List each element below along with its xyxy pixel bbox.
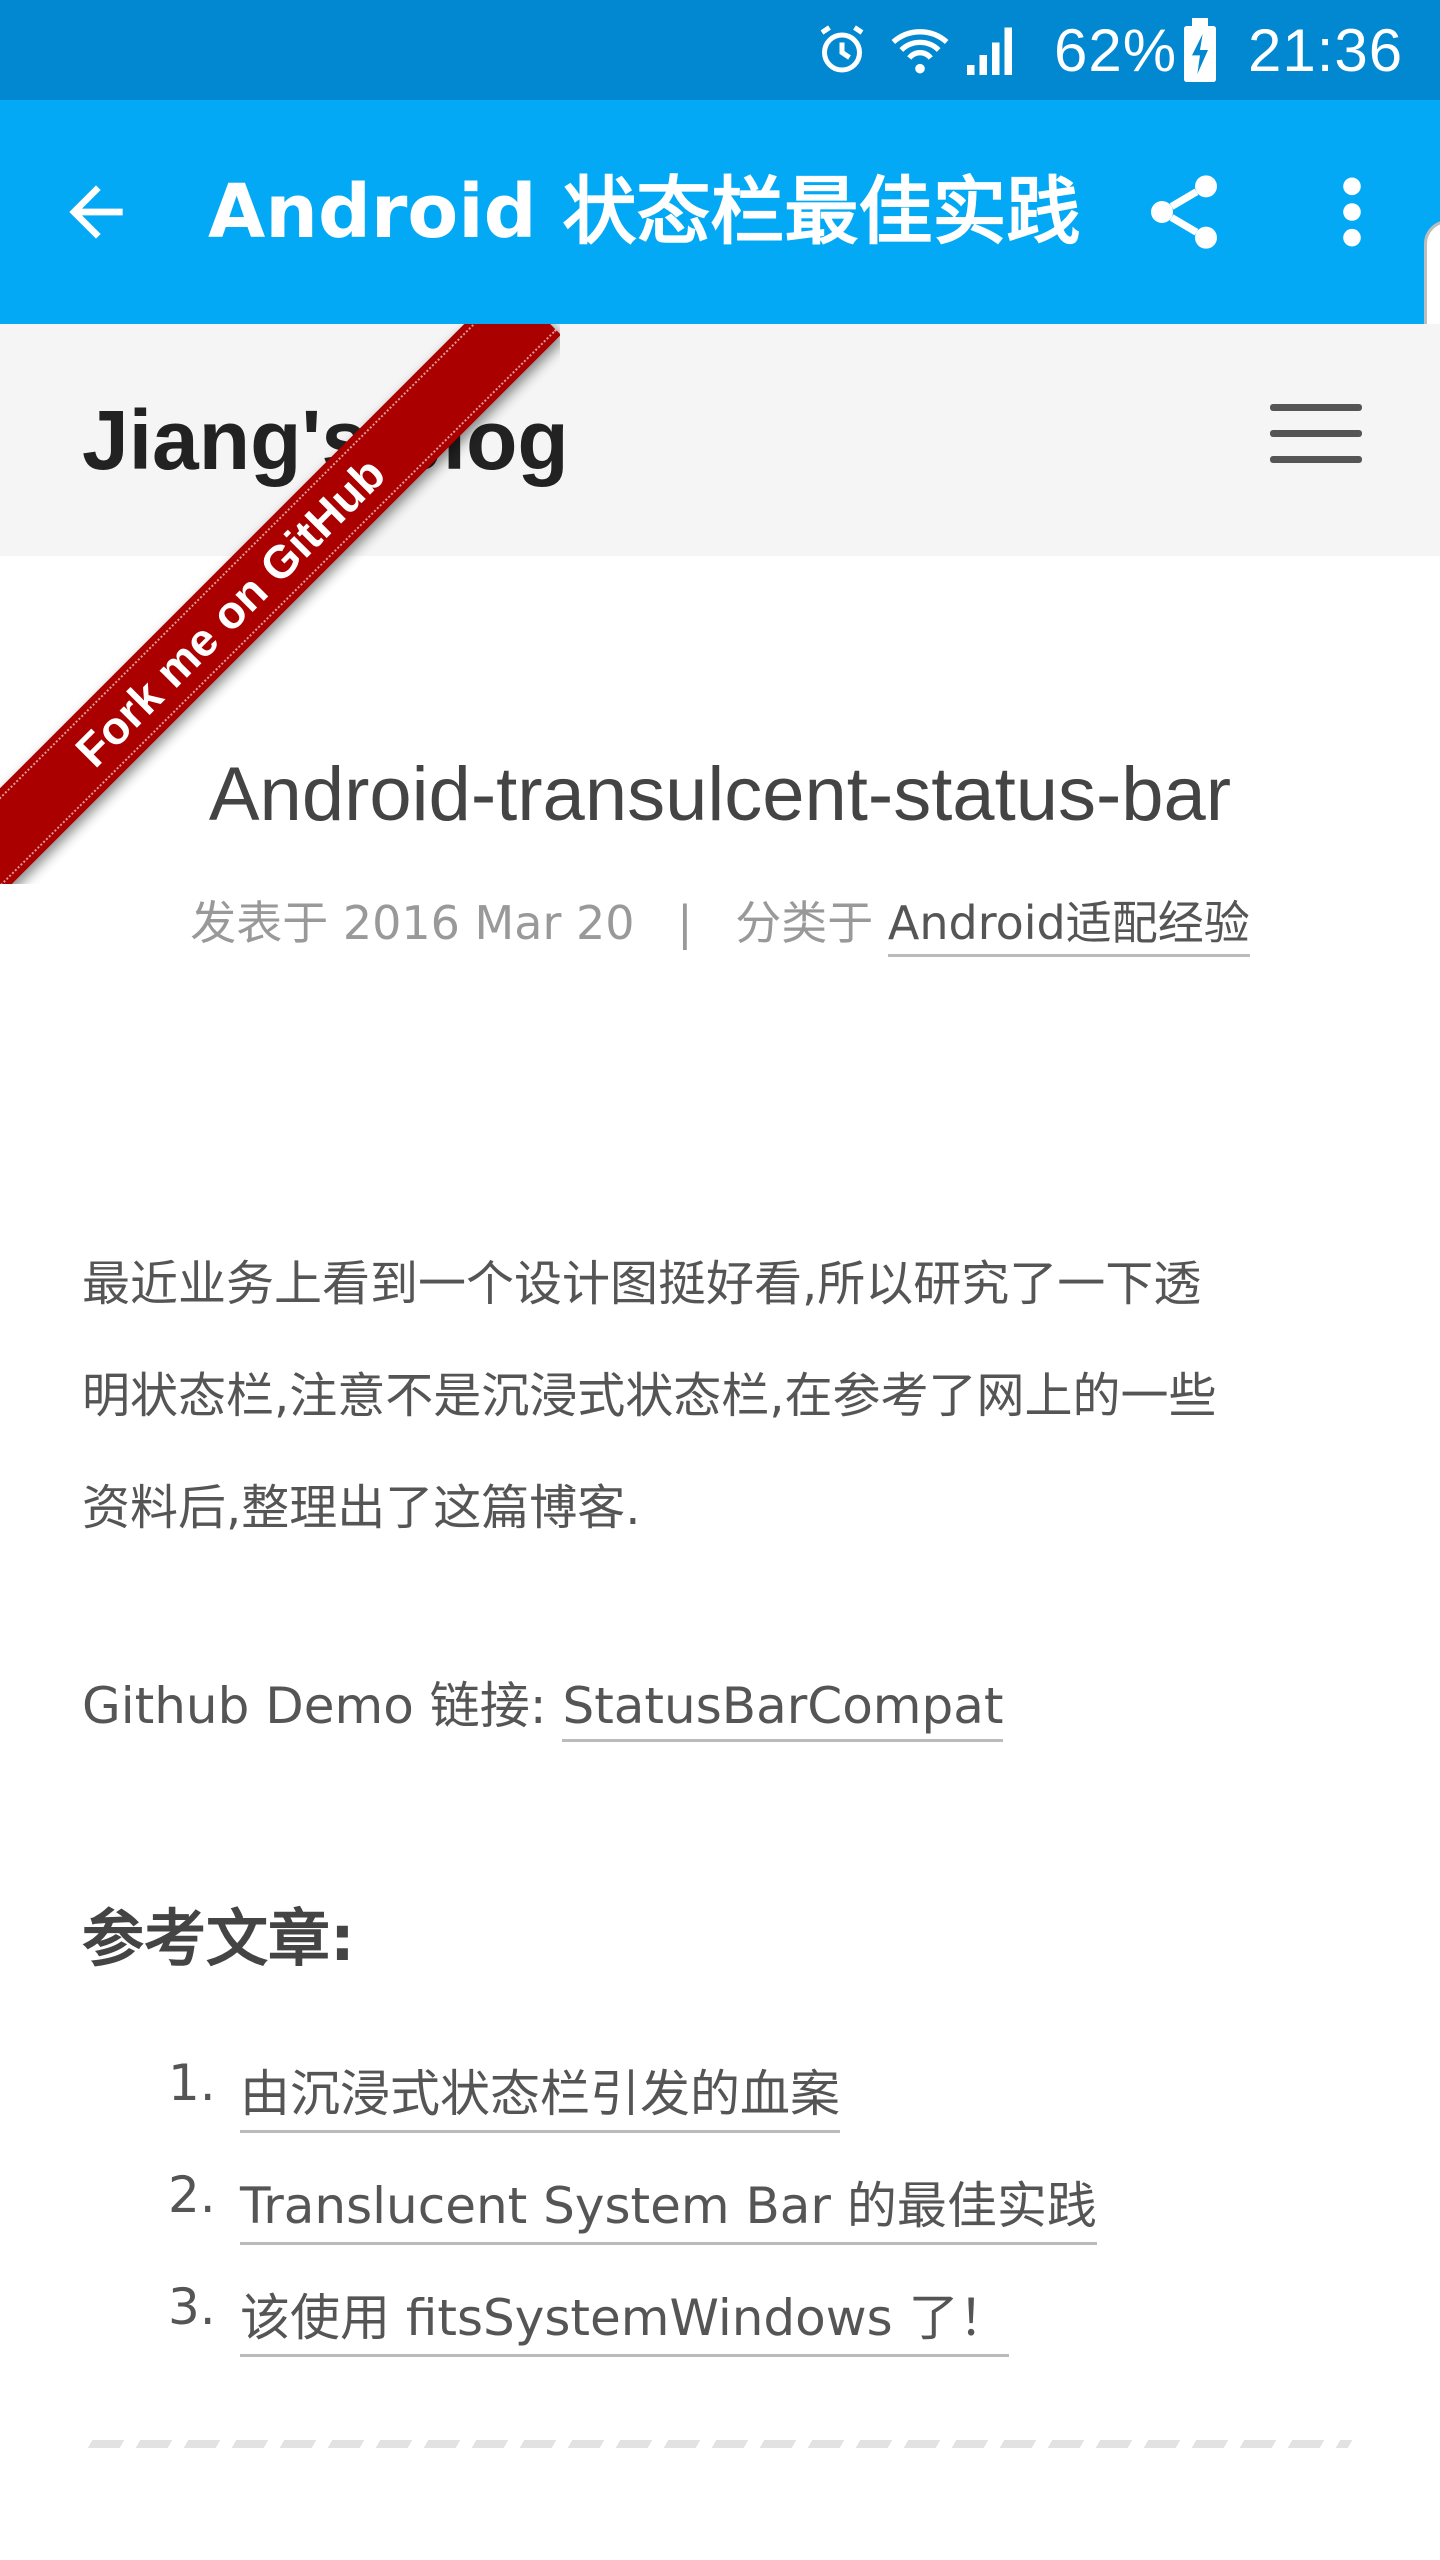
intro-paragraph: 最近业务上看到一个设计图挺好看,所以研究了一下透 明状态栏,注意不是沉浸式状态栏…	[82, 1228, 1362, 1564]
references-heading: 参考文章:	[82, 1902, 355, 1975]
blog-header: Jiang's blog	[0, 324, 1440, 556]
signal-icon	[962, 18, 1022, 82]
post-meta: 发表于 2016 Mar 20 | 分类于 Android适配经验	[0, 888, 1440, 958]
app-toolbar: Android 状态栏最佳实践	[0, 100, 1440, 324]
category-link[interactable]: Android适配经验	[887, 896, 1250, 957]
hamburger-menu-icon[interactable]	[1270, 404, 1362, 476]
post-date: 发表于 2016 Mar 20	[190, 896, 635, 950]
toolbar-title: Android 状态栏最佳实践	[208, 169, 1081, 255]
list-item: 3. 该使用 fitsSystemWindows 了！	[0, 2264, 1440, 2376]
list-item: 2. Translucent System Bar 的最佳实践	[0, 2152, 1440, 2264]
references-list: 1. 由沉浸式状态栏引发的血案 2. Translucent System Ba…	[0, 2040, 1440, 2376]
list-item: 1. 由沉浸式状态栏引发的血案	[0, 2040, 1440, 2152]
meta-separator: |	[677, 896, 693, 950]
demo-prefix: Github Demo 链接:	[82, 1677, 563, 1735]
list-number: 3.	[168, 2278, 216, 2336]
more-vert-icon[interactable]	[1320, 168, 1384, 256]
list-number: 1.	[168, 2054, 216, 2112]
reference-link[interactable]: 该使用 fitsSystemWindows 了！	[240, 2278, 1009, 2357]
reference-link[interactable]: Translucent System Bar 的最佳实践	[240, 2166, 1097, 2245]
battery-percent: 62%	[1054, 16, 1178, 84]
back-arrow-icon[interactable]	[56, 172, 136, 252]
wifi-icon	[888, 18, 952, 82]
category-prefix: 分类于	[735, 896, 874, 950]
intro-line: 资料后,整理出了这篇博客.	[82, 1480, 641, 1536]
alarm-icon	[812, 18, 872, 82]
reference-link[interactable]: 由沉浸式状态栏引发的血案	[240, 2054, 840, 2133]
post-title: Android-transulcent-status-bar	[208, 752, 1232, 837]
post-divider	[87, 2440, 1353, 2448]
demo-line: Github Demo 链接: StatusBarCompat	[82, 1666, 1004, 1742]
intro-line: 最近业务上看到一个设计图挺好看,所以研究了一下透	[82, 1256, 1202, 1312]
system-status-bar: 62% 21:36	[0, 0, 1440, 100]
clock: 21:36	[1248, 16, 1404, 84]
list-number: 2.	[168, 2166, 216, 2224]
intro-line: 明状态栏,注意不是沉浸式状态栏,在参考了网上的一些	[82, 1368, 1217, 1424]
demo-link[interactable]: StatusBarCompat	[562, 1677, 1004, 1742]
battery-charging-icon	[1180, 18, 1220, 82]
share-icon[interactable]	[1140, 168, 1228, 256]
